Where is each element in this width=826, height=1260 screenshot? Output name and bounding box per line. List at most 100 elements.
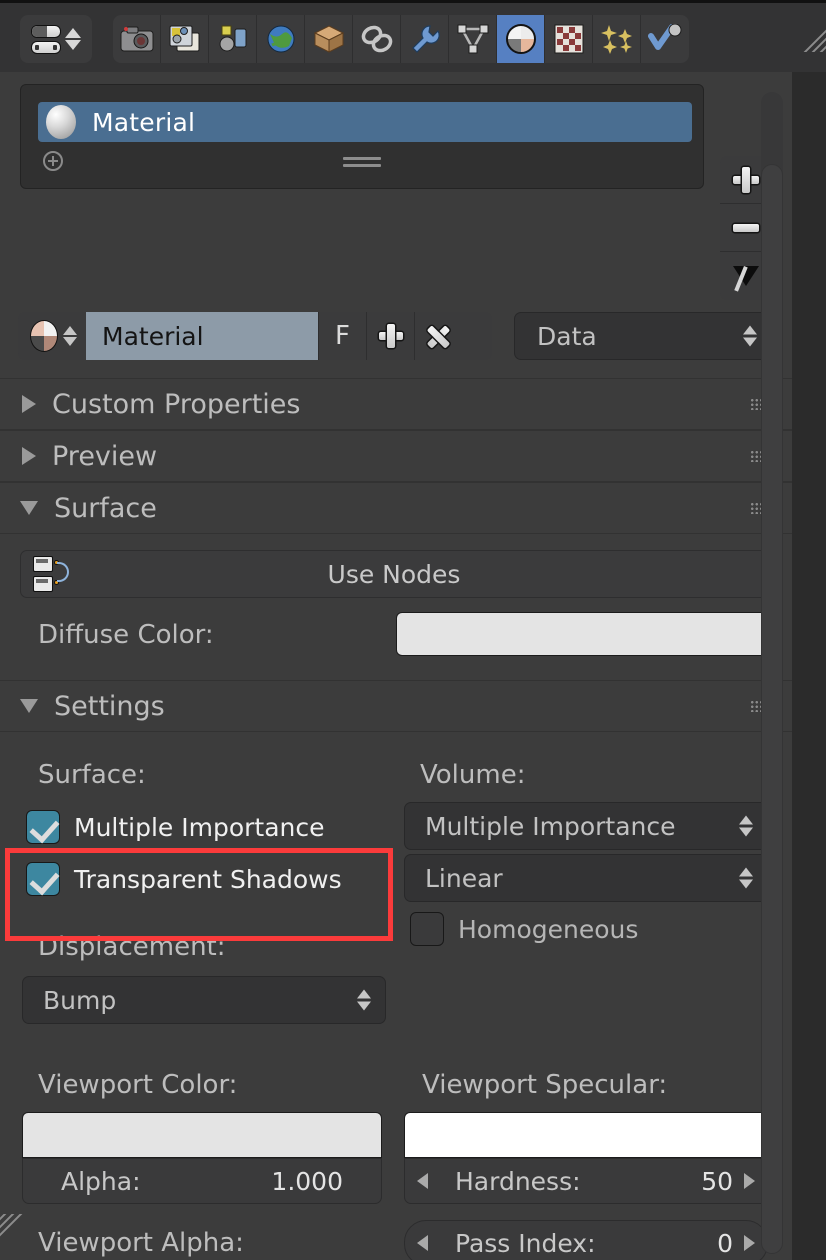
homogeneous-checkbox[interactable] [410, 912, 444, 946]
tab-particles[interactable] [593, 15, 641, 63]
chain-link-icon [361, 25, 392, 53]
material-name-input[interactable]: Material [86, 312, 318, 360]
material-datablock-row: Material F Data [18, 312, 772, 360]
chevron-down-icon [20, 699, 38, 713]
chevron-down-icon [733, 266, 759, 286]
chevron-right-icon [22, 447, 36, 465]
panel-header-settings[interactable]: Settings [0, 680, 792, 732]
add-slot-icon[interactable] [43, 151, 63, 171]
tab-render-layers[interactable] [161, 15, 209, 63]
blender-properties-editor: Material Material F Data Custom Properti… [0, 0, 826, 1260]
transparent-shadows-label: Transparent Shadows [74, 864, 342, 894]
browse-material-arrows-icon[interactable] [63, 326, 77, 346]
diffuse-color-label: Diffuse Color: [38, 620, 214, 650]
tab-material[interactable] [497, 15, 545, 63]
tab-physics[interactable] [641, 15, 689, 63]
viewport-color-swatch[interactable] [22, 1112, 382, 1158]
globe-icon [267, 25, 294, 53]
chevron-right-icon[interactable] [744, 1173, 755, 1189]
chevron-down-icon [20, 501, 38, 515]
new-material-button[interactable] [366, 312, 414, 360]
chevron-updown-icon [739, 867, 753, 889]
sparkles-icon [600, 25, 632, 54]
chevron-right-icon [22, 395, 36, 413]
viewport-alpha-label: Viewport Alpha: [38, 1228, 244, 1258]
panel-header-surface[interactable]: Surface [0, 482, 792, 534]
multiple-importance-checkbox-row[interactable]: Multiple Importance [26, 810, 325, 844]
tab-object[interactable] [305, 15, 353, 63]
pass-index-label: Pass Index: [455, 1228, 596, 1258]
material-slot-list[interactable]: Material [20, 84, 704, 189]
panel-title-custom-properties: Custom Properties [52, 388, 301, 420]
vertical-scrollbar[interactable] [758, 72, 784, 1260]
chevron-updown-icon [739, 815, 753, 837]
editor-type-selector[interactable] [20, 15, 92, 63]
volume-interpolation-value: Linear [425, 863, 503, 893]
panel-header-custom-properties[interactable]: Custom Properties [0, 378, 792, 430]
wrench-icon [411, 25, 440, 53]
pass-index-field[interactable]: Pass Index: 0 [404, 1220, 768, 1260]
material-link-dropdown[interactable]: Data [514, 312, 772, 360]
viewport-specular-swatch[interactable] [404, 1112, 768, 1158]
material-browse-icon[interactable] [30, 320, 58, 352]
tab-texture[interactable] [545, 15, 593, 63]
alpha-value: 1.000 [271, 1166, 343, 1196]
editor-type-arrows-icon [65, 28, 81, 50]
volume-sampling-dropdown[interactable]: Multiple Importance [404, 802, 768, 850]
tab-world[interactable] [257, 15, 305, 63]
plus-icon [733, 166, 759, 193]
volume-section-label: Volume: [420, 760, 526, 790]
settings-panel-content: Surface: Volume: Multiple Importance Tra… [0, 732, 792, 1260]
chevron-left-icon[interactable] [417, 1173, 428, 1189]
chevron-left-icon[interactable] [417, 1235, 428, 1251]
properties-body: Material Material F Data Custom Properti… [0, 72, 792, 1260]
surface-panel-content: Use Nodes Diffuse Color: [0, 550, 792, 680]
area-corner-grab-top-right[interactable] [780, 6, 826, 52]
tab-scene[interactable] [209, 15, 257, 63]
chevron-updown-icon [357, 989, 371, 1011]
grip-handle-icon[interactable] [343, 157, 381, 171]
use-nodes-button[interactable]: Use Nodes [20, 550, 768, 598]
displacement-label: Displacement: [38, 932, 226, 962]
displacement-dropdown[interactable]: Bump [22, 976, 386, 1024]
use-nodes-label: Use Nodes [327, 559, 461, 589]
transparent-shadows-checkbox[interactable] [26, 862, 60, 896]
material-preview-ball-icon [46, 105, 76, 139]
mesh-triangle-icon [457, 24, 488, 54]
surface-section-label: Surface: [38, 760, 146, 790]
panel-title-preview: Preview [52, 440, 158, 472]
scene-objects-icon [219, 25, 246, 52]
tab-modifiers[interactable] [401, 15, 449, 63]
diffuse-color-swatch[interactable] [396, 612, 768, 656]
images-icon [169, 25, 199, 52]
material-ball-icon [505, 24, 536, 54]
material-datablock-group: Material F [18, 312, 492, 360]
cube-icon [313, 25, 344, 53]
tab-object-data[interactable] [449, 15, 497, 63]
material-slot-item[interactable]: Material [38, 102, 692, 142]
hardness-field[interactable]: Hardness: 50 [404, 1158, 768, 1204]
hardness-value: 50 [701, 1166, 733, 1196]
chevron-updown-icon [743, 325, 757, 347]
minus-icon [733, 223, 759, 232]
fake-user-button[interactable]: F [318, 312, 366, 360]
tab-render[interactable] [113, 15, 161, 63]
hardness-label: Hardness: [455, 1166, 581, 1196]
chevron-right-icon[interactable] [744, 1235, 755, 1251]
viewport-alpha-slider[interactable]: Alpha: 1.000 [22, 1158, 382, 1204]
scrollbar-thumb[interactable] [761, 164, 783, 1254]
volume-interpolation-dropdown[interactable]: Linear [404, 854, 768, 902]
panel-header-preview[interactable]: Preview [0, 430, 792, 482]
editor-type-icon [31, 24, 61, 54]
homogeneous-label: Homogeneous [458, 914, 639, 944]
tab-constraints[interactable] [353, 15, 401, 63]
unlink-material-button[interactable] [414, 312, 462, 360]
viewport-color-label: Viewport Color: [38, 1070, 238, 1100]
camera-icon [120, 26, 153, 52]
homogeneous-checkbox-row[interactable]: Homogeneous [410, 912, 638, 946]
close-icon [427, 324, 451, 348]
material-link-value: Data [537, 321, 597, 351]
multiple-importance-checkbox[interactable] [26, 810, 60, 844]
viewport-specular-label: Viewport Specular: [422, 1070, 668, 1100]
transparent-shadows-checkbox-row[interactable]: Transparent Shadows [26, 862, 342, 896]
